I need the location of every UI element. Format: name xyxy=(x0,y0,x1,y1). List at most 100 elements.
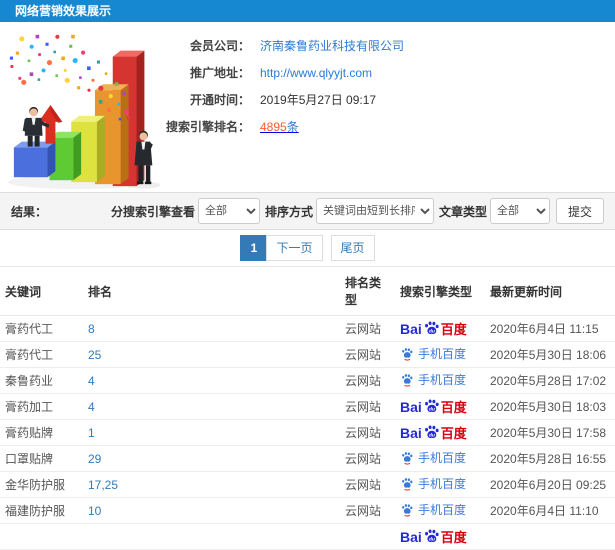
keyword-cell: 膏药代工 xyxy=(0,315,83,342)
article-type-select[interactable]: 全部 xyxy=(489,198,550,224)
rank-type-cell: 云网站 xyxy=(340,367,395,394)
rank-link[interactable]: 1 xyxy=(88,426,95,440)
promo-url-link[interactable]: http://www.qlyyjt.com xyxy=(260,66,372,80)
engine-rank-row: 搜索引擎排名： 4895条 xyxy=(60,113,540,140)
rank-type-cell: 云网站 xyxy=(340,445,395,472)
mobile-baidu-icon xyxy=(402,373,413,387)
mobile-baidu-logo[interactable]: 手机百度 xyxy=(400,501,466,518)
rank-cell: 17,25 xyxy=(83,471,340,498)
rank-cell: 1 xyxy=(83,419,340,446)
rank-cell: 4 xyxy=(83,367,340,394)
member-summary: 会员公司： 济南秦鲁药业科技有限公司 推广地址： http://www.qlyy… xyxy=(60,32,540,140)
results-table-body: 膏药代工 8 云网站 Bai du 百度 2020年6月4日 11:15 膏药代工 25… xyxy=(0,315,615,550)
engine-cell: 手机百度 xyxy=(395,471,485,498)
col-header-updated: 最新更新时间 xyxy=(485,266,615,316)
mobile-baidu-logo[interactable]: 手机百度 xyxy=(400,371,466,388)
baidu-logo-text-cn: 百度 xyxy=(440,530,467,545)
engine-filter-select[interactable]: 全部 xyxy=(197,198,260,224)
mobile-baidu-label: 手机百度 xyxy=(418,477,467,492)
engine-cell: Bai du 百度 xyxy=(395,393,485,420)
mobile-baidu-icon xyxy=(402,477,413,491)
table-row: 膏药贴牌 1 云网站 Bai du 百度 2020年5月30日 17:58 xyxy=(0,419,615,446)
company-label: 会员公司： xyxy=(189,39,250,53)
mobile-baidu-label: 手机百度 xyxy=(418,347,467,362)
updated-cell xyxy=(485,523,615,550)
mobile-baidu-label: 手机百度 xyxy=(418,451,467,466)
mobile-baidu-logo[interactable]: 手机百度 xyxy=(400,449,466,466)
keyword-cell xyxy=(0,523,83,550)
engine-rank-unit: 条 xyxy=(286,120,299,134)
baidu-logo[interactable]: Bai du 百度 xyxy=(400,397,467,416)
baidu-logo-text-cn: 百度 xyxy=(440,400,467,415)
table-header-row: 关键词 排名 排名类型 搜索引擎类型 最新更新时间 xyxy=(0,266,615,316)
page-button-last[interactable]: 尾页 xyxy=(330,235,375,261)
svg-text:du: du xyxy=(429,432,435,438)
baidu-logo-text-en: Bai xyxy=(400,424,422,441)
sort-order-select[interactable]: 关键词由短到长排序 xyxy=(315,198,434,224)
baidu-logo-text-en: Bai xyxy=(400,320,422,337)
engine-cell: Bai du 百度 xyxy=(395,315,485,342)
col-header-rank-type: 排名类型 xyxy=(340,266,395,316)
rank-link[interactable]: 29 xyxy=(88,452,101,466)
rank-type-cell xyxy=(340,523,395,550)
baidu-logo[interactable]: Bai du 百度 xyxy=(400,527,467,546)
rank-link[interactable]: 4 xyxy=(88,374,95,388)
mobile-baidu-icon xyxy=(402,347,413,361)
baidu-logo[interactable]: Bai du 百度 xyxy=(400,319,467,338)
results-section-label: 结果： xyxy=(11,204,48,219)
opened-time-label: 开通时间： xyxy=(189,93,250,107)
opened-time-value: 2019年5月27日 09:17 xyxy=(260,93,377,107)
mobile-baidu-label: 手机百度 xyxy=(418,503,467,518)
col-header-rank: 排名 xyxy=(83,266,340,316)
rank-type-cell: 云网站 xyxy=(340,393,395,420)
hero-section: 会员公司： 济南秦鲁药业科技有限公司 推广地址： http://www.qlyy… xyxy=(0,22,615,192)
table-row: 膏药代工 25 云网站 手机百度 2020年5月30日 18:06 xyxy=(0,341,615,368)
submit-button[interactable]: 提交 xyxy=(555,198,604,224)
page-button-next[interactable]: 下一页 xyxy=(266,235,323,261)
svg-text:du: du xyxy=(429,536,435,542)
table-row: 金华防护服 17,25 云网站 手机百度 2020年6月20日 09:25 xyxy=(0,471,615,498)
baidu-logo-text-en: Bai xyxy=(400,398,422,415)
keyword-cell: 膏药代工 xyxy=(0,341,83,368)
rank-link[interactable]: 8 xyxy=(88,322,95,336)
baidu-logo-text-cn: 百度 xyxy=(440,426,467,441)
rank-link[interactable]: 17,25 xyxy=(88,478,118,492)
results-table: 关键词 排名 排名类型 搜索引擎类型 最新更新时间 膏药代工 8 云网站 Bai d… xyxy=(0,266,615,550)
pagination: 1 下一页 尾页 xyxy=(0,230,615,266)
rank-link[interactable]: 10 xyxy=(88,504,101,518)
table-row: 膏药代工 8 云网站 Bai du 百度 2020年6月4日 11:15 xyxy=(0,315,615,342)
rank-cell: 8 xyxy=(83,315,340,342)
rank-type-cell: 云网站 xyxy=(340,419,395,446)
page-button-current[interactable]: 1 xyxy=(240,235,268,261)
baidu-paw-icon: du xyxy=(424,425,439,438)
baidu-logo[interactable]: Bai du 百度 xyxy=(400,423,467,442)
engine-cell: Bai du 百度 xyxy=(395,523,485,550)
baidu-paw-icon: du xyxy=(424,321,439,334)
table-row: 膏药加工 4 云网站 Bai du 百度 2020年5月30日 18:03 xyxy=(0,393,615,420)
sort-order-label: 排序方式 xyxy=(264,204,313,219)
mobile-baidu-logo[interactable]: 手机百度 xyxy=(400,345,466,362)
engine-rank-count: 4895 xyxy=(260,120,287,134)
baidu-logo-text-en: Bai xyxy=(400,528,422,545)
baidu-logo-text-cn: 百度 xyxy=(440,322,467,337)
engine-rank-count-link[interactable]: 4895条 xyxy=(260,118,299,135)
rank-link[interactable]: 4 xyxy=(88,400,95,414)
promo-url-label: 推广地址： xyxy=(189,66,250,80)
updated-cell: 2020年5月28日 16:55 xyxy=(485,445,615,472)
rank-link[interactable]: 25 xyxy=(88,348,101,362)
mobile-baidu-icon xyxy=(402,451,413,465)
engine-cell: Bai du 百度 xyxy=(395,419,485,446)
engine-cell: 手机百度 xyxy=(395,367,485,394)
engine-filter-label: 分搜索引擎查看 xyxy=(110,204,195,219)
mobile-baidu-icon xyxy=(402,503,413,517)
mobile-baidu-logo[interactable]: 手机百度 xyxy=(400,475,466,492)
updated-cell: 2020年5月30日 17:58 xyxy=(485,419,615,446)
rank-cell xyxy=(83,523,340,550)
bar-blue-cube xyxy=(13,141,56,178)
page-title: 网络营销效果展示 xyxy=(15,4,112,18)
engine-cell: 手机百度 xyxy=(395,445,485,472)
updated-cell: 2020年5月28日 17:02 xyxy=(485,367,615,394)
company-link[interactable]: 济南秦鲁药业科技有限公司 xyxy=(260,37,404,54)
baidu-paw-icon: du xyxy=(424,399,439,412)
updated-cell: 2020年5月30日 18:03 xyxy=(485,393,615,420)
